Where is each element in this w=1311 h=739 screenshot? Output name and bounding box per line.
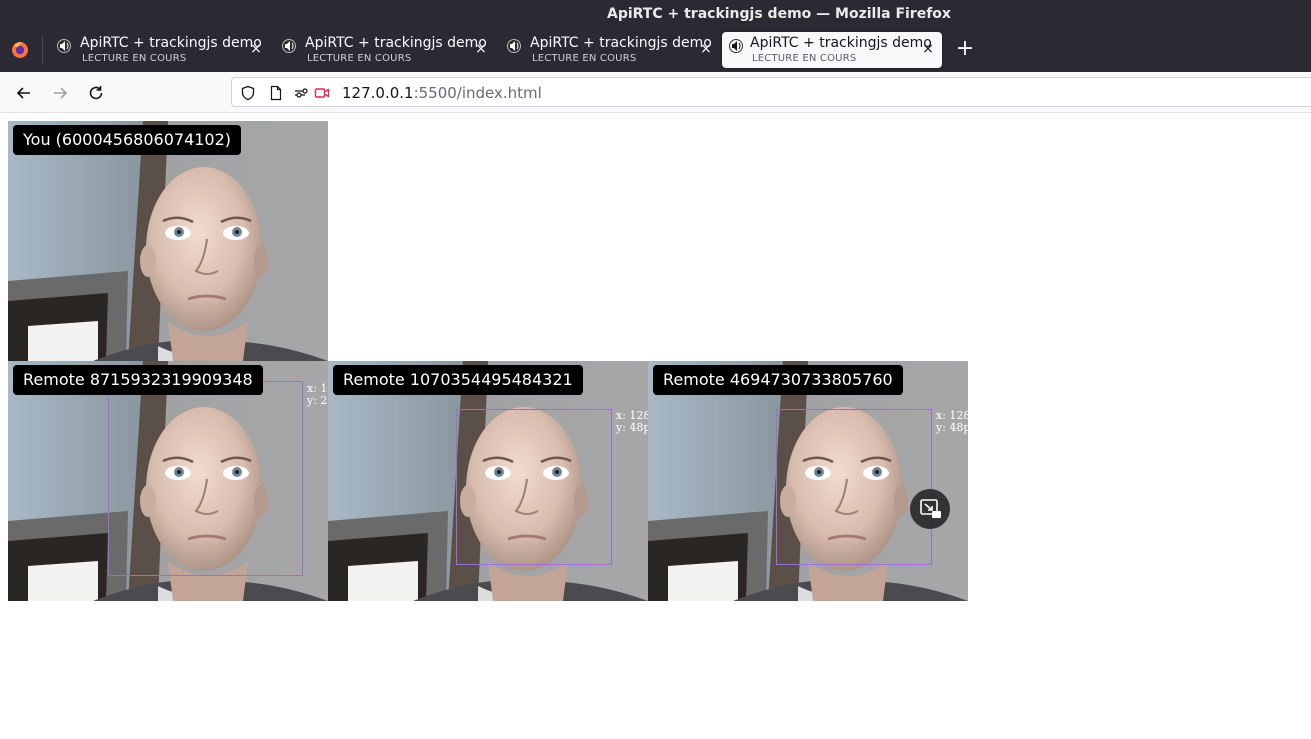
navigation-toolbar: 127.0.0.1:5500/index.html	[0, 72, 1311, 113]
reload-icon[interactable]	[85, 82, 107, 104]
tab-title: ApiRTC + trackingjs demo	[80, 35, 262, 51]
tab-subtitle: LECTURE EN COURS	[532, 53, 637, 64]
tab-close-icon[interactable]: ×	[248, 41, 264, 57]
new-tab-button[interactable]: +	[954, 38, 976, 60]
tracking-coordinates: x: 128 y: 48p	[936, 410, 968, 434]
permissions-icon[interactable]	[294, 85, 310, 101]
tab-1[interactable]: ApiRTC + trackingjs demo LECTURE EN COUR…	[50, 32, 270, 68]
remote-video-label: Remote 4694730733805760	[653, 365, 903, 395]
url-text[interactable]: 127.0.0.1:5500/index.html	[342, 84, 542, 102]
tab-strip: ApiRTC + trackingjs demo LECTURE EN COUR…	[0, 28, 1311, 72]
tracking-coordinates: x: 128 y: 48p	[616, 410, 648, 434]
face-tracking-box	[108, 381, 303, 576]
back-arrow-icon[interactable]	[13, 82, 35, 104]
tab-subtitle: LECTURE EN COURS	[307, 53, 412, 64]
local-video-label: You (6000456806074102)	[13, 125, 242, 155]
face-tracking-box	[776, 409, 932, 565]
page-icon[interactable]	[268, 85, 284, 101]
tracking-y: y: 48p	[936, 421, 968, 434]
tracking-y: y: 2	[307, 394, 328, 407]
local-video[interactable]: You (6000456806074102)	[8, 121, 328, 361]
remote-video-1[interactable]: x: 1 y: 2 Remote 8715932319909348	[8, 361, 328, 601]
tab-subtitle: LECTURE EN COURS	[82, 53, 187, 64]
speaker-playing-icon[interactable]	[56, 38, 72, 54]
url-bar[interactable]: 127.0.0.1:5500/index.html	[231, 77, 1311, 107]
url-host: 127.0.0.1	[342, 84, 414, 102]
remote-video-label: Remote 8715932319909348	[13, 365, 263, 395]
shield-icon[interactable]	[240, 85, 256, 101]
url-path: :5500/index.html	[413, 84, 542, 102]
tab-title: ApiRTC + trackingjs demo	[305, 35, 487, 51]
tab-title: ApiRTC + trackingjs demo	[750, 35, 932, 51]
camera-sharing-icon[interactable]	[314, 85, 330, 101]
tab-subtitle: LECTURE EN COURS	[752, 53, 857, 64]
picture-in-picture-button[interactable]	[910, 489, 950, 529]
speaker-playing-icon[interactable]	[728, 38, 744, 54]
tracking-y: y: 48p	[616, 421, 648, 434]
tab-4-active[interactable]: ApiRTC + trackingjs demo LECTURE EN COUR…	[722, 32, 942, 68]
remote-video-3[interactable]: x: 128 y: 48p Remote 4694730733805760	[648, 361, 968, 601]
face-tracking-box	[456, 409, 612, 565]
remote-video-label: Remote 1070354495484321	[333, 365, 583, 395]
tab-2[interactable]: ApiRTC + trackingjs demo LECTURE EN COUR…	[275, 32, 495, 68]
tab-3[interactable]: ApiRTC + trackingjs demo LECTURE EN COUR…	[500, 32, 720, 68]
video-frame	[8, 121, 328, 361]
tab-title: ApiRTC + trackingjs demo	[530, 35, 712, 51]
speaker-playing-icon[interactable]	[281, 38, 297, 54]
tab-close-icon[interactable]: ×	[473, 41, 489, 57]
picture-in-picture-icon	[920, 499, 941, 518]
tab-separator	[42, 36, 43, 64]
tracking-coordinates: x: 1 y: 2	[307, 383, 327, 407]
tab-close-icon[interactable]: ×	[698, 41, 714, 57]
forward-arrow-icon[interactable]	[49, 82, 71, 104]
window-titlebar: ApiRTC + trackingjs demo — Mozilla Firef…	[0, 0, 1311, 28]
remote-video-2[interactable]: x: 128 y: 48p Remote 1070354495484321	[328, 361, 648, 601]
window-title: ApiRTC + trackingjs demo — Mozilla Firef…	[607, 6, 951, 22]
tab-close-icon[interactable]: ×	[920, 41, 936, 57]
speaker-playing-icon[interactable]	[506, 38, 522, 54]
firefox-icon[interactable]	[8, 38, 32, 62]
